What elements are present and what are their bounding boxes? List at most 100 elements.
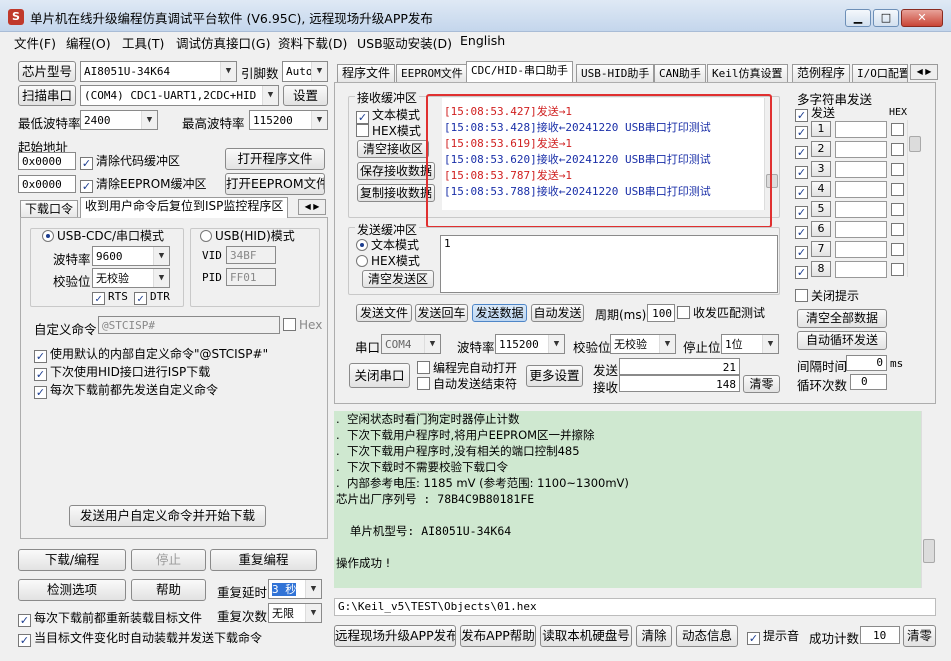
- parity-select[interactable]: 无校验 ▼: [92, 268, 170, 288]
- multi-send-all-checkbox[interactable]: 发送: [795, 106, 835, 122]
- scroll-thumb[interactable]: [766, 174, 778, 188]
- open-program-file-button[interactable]: 打开程序文件: [225, 148, 325, 170]
- chip-model-select[interactable]: AI8051U-34K64 ▼: [80, 61, 237, 82]
- clear-send-button[interactable]: 清空发送区: [362, 270, 434, 288]
- baud-select[interactable]: 9600 ▼: [92, 246, 170, 266]
- send-hex-mode-radio[interactable]: HEX模式: [356, 254, 420, 268]
- close-tip-checkbox[interactable]: 关闭提示: [795, 289, 859, 303]
- multi-hex-checkbox[interactable]: [891, 143, 904, 156]
- recv-area[interactable]: [15:08:53.427]发送→1 [15:08:53.428]接收←20241…: [442, 98, 764, 210]
- default-cmd-checkbox[interactable]: 使用默认的内部自定义命令"@STCISP#": [34, 347, 268, 363]
- publish-help-button[interactable]: 发布APP帮助: [460, 625, 536, 647]
- min-baud-select[interactable]: 2400 ▼: [80, 110, 158, 130]
- recv-text-mode-checkbox[interactable]: 文本模式: [356, 108, 420, 124]
- multi-send-checkbox[interactable]: [795, 223, 811, 239]
- title-bar[interactable]: S 单片机在线升级编程仿真调试平台软件 (V6.95C), 远程现场升级APP发…: [0, 0, 951, 32]
- menu-file[interactable]: 文件(F): [14, 33, 56, 52]
- close-button[interactable]: ✕: [901, 9, 943, 27]
- interval-input[interactable]: 0: [846, 355, 887, 371]
- reset-count-button[interactable]: 清零: [903, 625, 936, 647]
- serial-port-select[interactable]: COM4 ▼: [381, 334, 441, 354]
- multi-send-button[interactable]: 6: [811, 221, 831, 237]
- eeprom-addr-input[interactable]: 0x0000: [18, 175, 76, 193]
- menu-english[interactable]: English: [460, 33, 505, 48]
- multi-scrollbar[interactable]: [907, 120, 921, 277]
- tab-keil-sim[interactable]: Keil仿真设置: [707, 64, 788, 82]
- multi-send-input[interactable]: [835, 181, 887, 198]
- auto-open-checkbox[interactable]: 编程完自动打开: [417, 361, 517, 375]
- auto-send-end-checkbox[interactable]: 自动发送结束符: [417, 377, 517, 391]
- send-textarea[interactable]: 1: [440, 235, 778, 293]
- auto-loop-send-button[interactable]: 自动循环发送: [797, 331, 887, 350]
- multi-send-button[interactable]: 2: [811, 141, 831, 157]
- usb-cdc-radio[interactable]: USB-CDC/串口模式: [40, 229, 167, 243]
- custom-hex-checkbox[interactable]: Hex: [283, 318, 322, 332]
- repeat-delay-select[interactable]: 3 秒 ▼: [268, 579, 322, 599]
- reload-target-checkbox[interactable]: 每次下载前都重新装载目标文件: [18, 611, 202, 627]
- tab-scroll-arrows[interactable]: ◀ ▶: [910, 64, 938, 80]
- maximize-button[interactable]: □: [873, 9, 899, 27]
- minimize-button[interactable]: ▁: [845, 9, 871, 27]
- dynamic-info-button[interactable]: 动态信息: [676, 625, 738, 647]
- clear-recv-button[interactable]: 清空接收区: [357, 140, 429, 158]
- multi-send-checkbox[interactable]: [795, 243, 811, 259]
- multi-send-checkbox[interactable]: [795, 163, 811, 179]
- send-file-button[interactable]: 发送文件: [356, 304, 412, 322]
- clear-log-button[interactable]: 清除: [636, 625, 672, 647]
- log-scrollbar[interactable]: [921, 411, 936, 588]
- detect-options-button[interactable]: 检测选项: [18, 579, 126, 601]
- serial-baud-select[interactable]: 115200 ▼: [495, 334, 565, 354]
- more-settings-button[interactable]: 更多设置: [526, 365, 583, 387]
- multi-send-button[interactable]: 8: [811, 261, 831, 277]
- open-eeprom-file-button[interactable]: 打开EEPROM文件: [225, 173, 325, 195]
- auto-send-button[interactable]: 自动发送: [531, 304, 584, 322]
- menu-program[interactable]: 编程(O): [66, 33, 111, 52]
- multi-send-input[interactable]: [835, 141, 887, 158]
- tab-can[interactable]: CAN助手: [654, 64, 706, 82]
- help-button[interactable]: 帮助: [131, 579, 206, 601]
- settings-button[interactable]: 设置: [283, 85, 328, 106]
- port-select[interactable]: (COM4) CDC1-UART1,2CDC+HID ▼: [80, 85, 279, 106]
- send-custom-download-button[interactable]: 发送用户自定义命令并开始下载: [69, 505, 266, 527]
- chip-model-button[interactable]: 芯片型号: [18, 61, 76, 82]
- tab-download-password[interactable]: 下载口令: [20, 200, 79, 218]
- tab-program-file[interactable]: 程序文件: [337, 64, 396, 82]
- multi-send-button[interactable]: 3: [811, 161, 831, 177]
- clear-code-checkbox[interactable]: 清除代码缓冲区: [80, 154, 180, 170]
- tab-cdc-hid-serial[interactable]: CDC/HID-串口助手: [466, 61, 573, 82]
- multi-hex-checkbox[interactable]: [891, 263, 904, 276]
- hid-isp-checkbox[interactable]: 下次使用HID接口进行ISP下载: [34, 365, 210, 381]
- multi-send-button[interactable]: 7: [811, 241, 831, 257]
- multi-send-input[interactable]: [835, 161, 887, 178]
- multi-send-checkbox[interactable]: [795, 143, 811, 159]
- multi-send-checkbox[interactable]: [795, 203, 811, 219]
- pid-input[interactable]: FF01: [226, 268, 276, 286]
- sound-checkbox[interactable]: 提示音: [747, 629, 799, 645]
- multi-send-button[interactable]: 1: [811, 121, 831, 137]
- multi-send-input[interactable]: [835, 201, 887, 218]
- scroll-thumb[interactable]: [923, 539, 935, 563]
- period-input[interactable]: 100: [647, 304, 675, 322]
- multi-send-button[interactable]: 4: [811, 181, 831, 197]
- multi-send-input[interactable]: [835, 241, 887, 258]
- tab-examples[interactable]: 范例程序: [792, 64, 851, 82]
- recv-hex-mode-checkbox[interactable]: HEX模式: [356, 124, 421, 138]
- menu-usb-driver[interactable]: USB驱动安装(D): [357, 33, 452, 52]
- reprogram-button[interactable]: 重复编程: [210, 549, 317, 571]
- close-port-button[interactable]: 关闭串口: [349, 363, 410, 388]
- loop-count-input[interactable]: 0: [850, 374, 887, 390]
- multi-send-checkbox[interactable]: [795, 263, 811, 279]
- send-text-mode-radio[interactable]: 文本模式: [356, 238, 419, 252]
- publish-app-button[interactable]: 远程现场升级APP发布: [334, 625, 456, 647]
- stop-bit-select[interactable]: 1位 ▼: [721, 334, 779, 354]
- multi-send-input[interactable]: [835, 261, 887, 278]
- send-data-button[interactable]: 发送数据: [472, 304, 527, 322]
- clear-eeprom-checkbox[interactable]: 清除EEPROM缓冲区: [80, 177, 207, 193]
- match-test-checkbox[interactable]: 收发匹配测试: [677, 306, 765, 320]
- multi-send-input[interactable]: [835, 121, 887, 138]
- clear-count-button[interactable]: 清零: [743, 375, 780, 393]
- multi-send-button[interactable]: 5: [811, 201, 831, 217]
- custom-cmd-input[interactable]: @STCISP#: [98, 316, 280, 334]
- tab-usb-hid[interactable]: USB-HID助手: [576, 64, 655, 82]
- code-addr-input[interactable]: 0x0000: [18, 152, 76, 170]
